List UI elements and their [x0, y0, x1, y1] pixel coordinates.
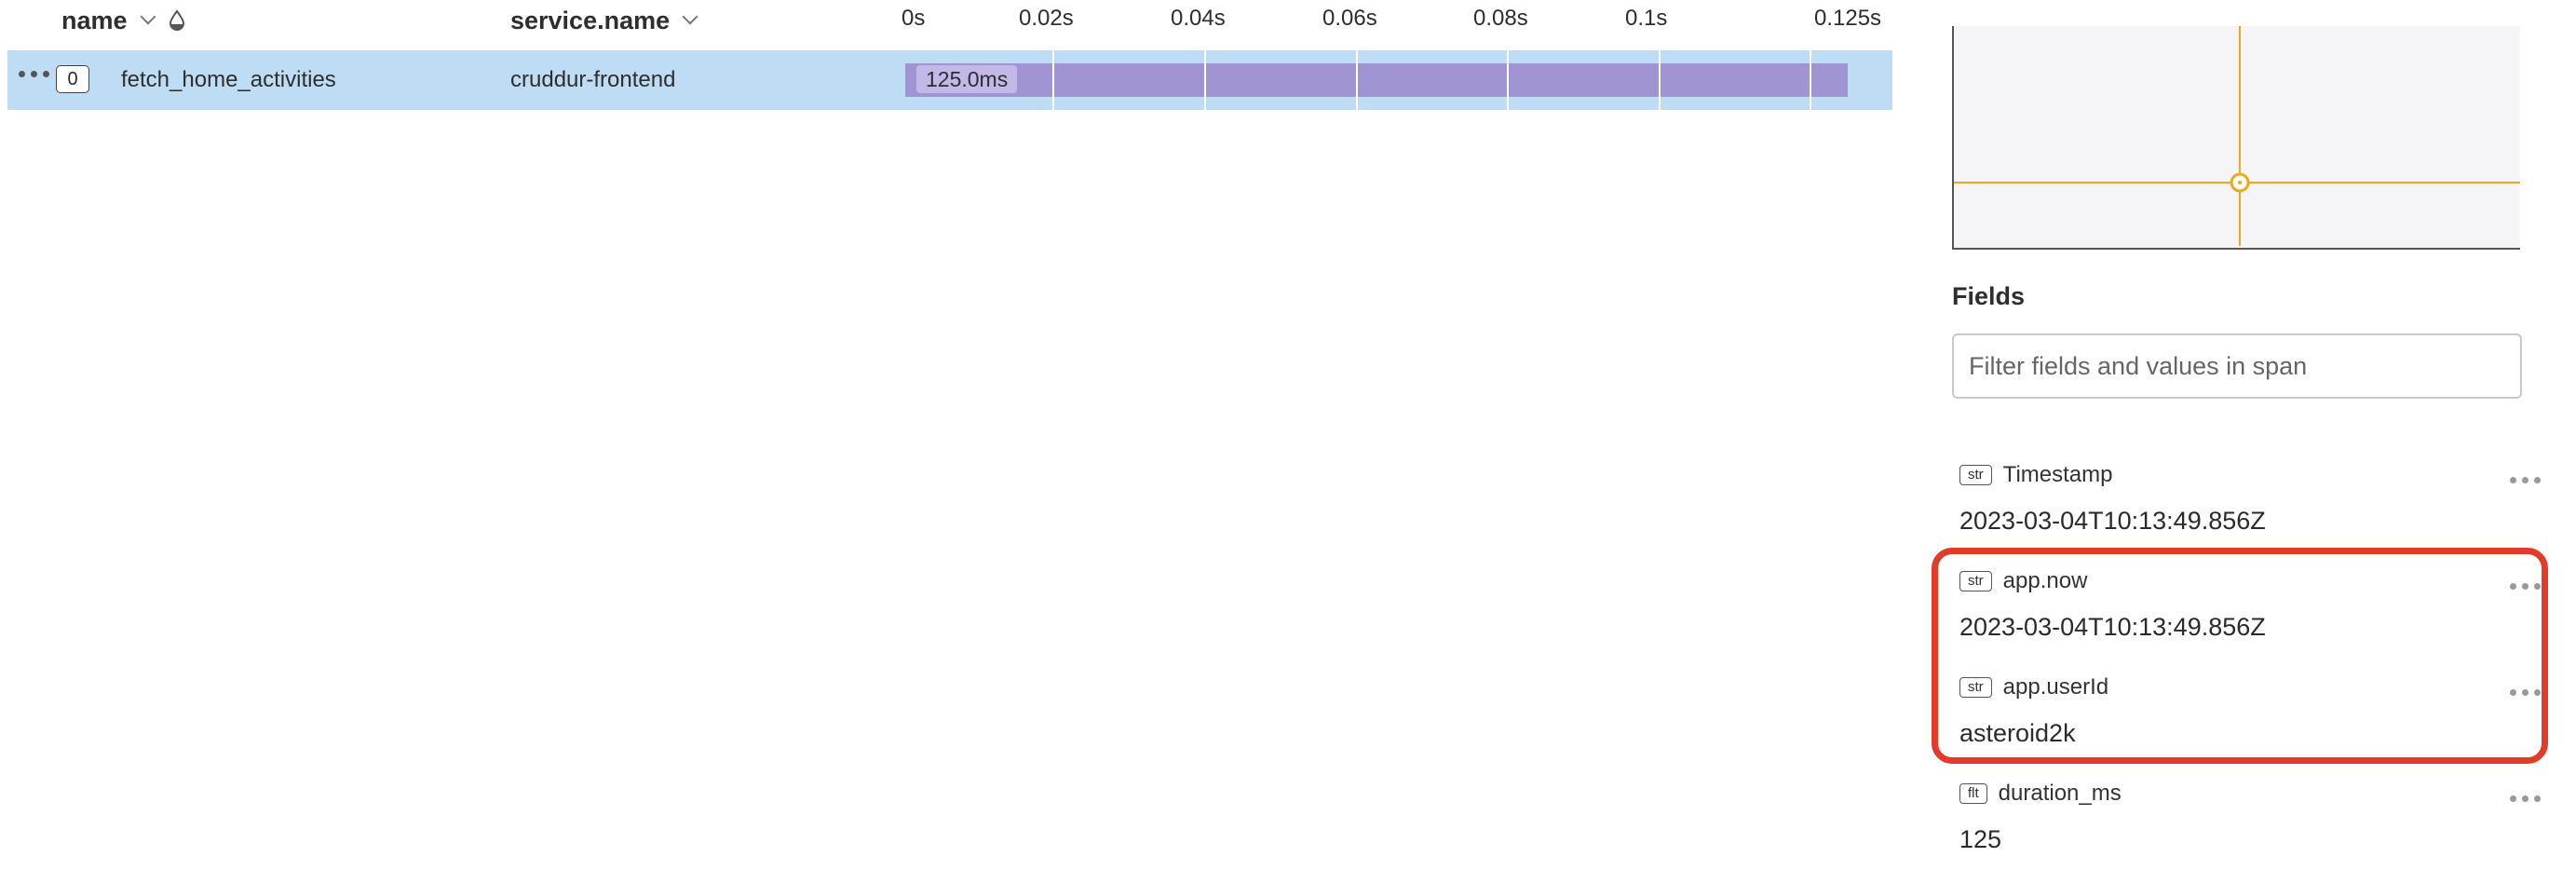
- chevron-down-icon[interactable]: [140, 8, 156, 25]
- more-options-icon[interactable]: [2510, 477, 2541, 483]
- field-value: 125: [1959, 825, 2002, 853]
- grid-line: [1659, 50, 1661, 110]
- grid-line: [1810, 50, 1811, 110]
- field-name: duration_ms: [1998, 781, 2122, 806]
- tick-label: 0.08s: [1473, 6, 1528, 31]
- highlight-annotation: [1932, 548, 2548, 764]
- tick-label: 0.06s: [1322, 6, 1377, 31]
- fields-section-title: Fields: [1952, 282, 2026, 310]
- service-column-header[interactable]: service.name: [510, 0, 698, 41]
- grid-line: [1204, 50, 1206, 110]
- grid-line: [1052, 50, 1054, 110]
- tick-label: 0s: [902, 6, 926, 31]
- grid-line: [1507, 50, 1509, 110]
- chevron-down-icon[interactable]: [682, 8, 698, 25]
- tick-label: 0.1s: [1625, 6, 1668, 31]
- field-type-badge: str: [1959, 465, 1992, 485]
- span-duration-bar[interactable]: [905, 63, 1848, 97]
- row-index-badge: 0: [56, 65, 89, 93]
- field-type-badge: flt: [1959, 783, 1987, 804]
- name-column-label: name: [61, 6, 128, 34]
- tick-label: 0.125s: [1814, 6, 1882, 31]
- field-filter-input[interactable]: [1952, 333, 2522, 399]
- more-options-icon[interactable]: [19, 71, 49, 77]
- service-column-label: service.name: [510, 6, 671, 34]
- sort-drop-icon[interactable]: [167, 8, 187, 33]
- span-heatmap-plot[interactable]: [1952, 26, 2520, 250]
- crosshair-graphic: [1954, 26, 2520, 246]
- span-timeline[interactable]: 125.0ms: [902, 50, 1892, 110]
- name-column-header[interactable]: name: [61, 0, 187, 41]
- field-value: 2023-03-04T10:13:49.856Z: [1959, 507, 2266, 535]
- grid-line: [1356, 50, 1358, 110]
- field-name: Timestamp: [2002, 462, 2113, 487]
- more-options-icon[interactable]: [2510, 795, 2541, 802]
- tick-label: 0.04s: [1171, 6, 1226, 31]
- duration-label: 125.0ms: [916, 65, 1018, 93]
- tick-label: 0.02s: [1019, 6, 1074, 31]
- span-name: fetch_home_activities: [121, 67, 336, 92]
- service-name: cruddur-frontend: [510, 67, 676, 92]
